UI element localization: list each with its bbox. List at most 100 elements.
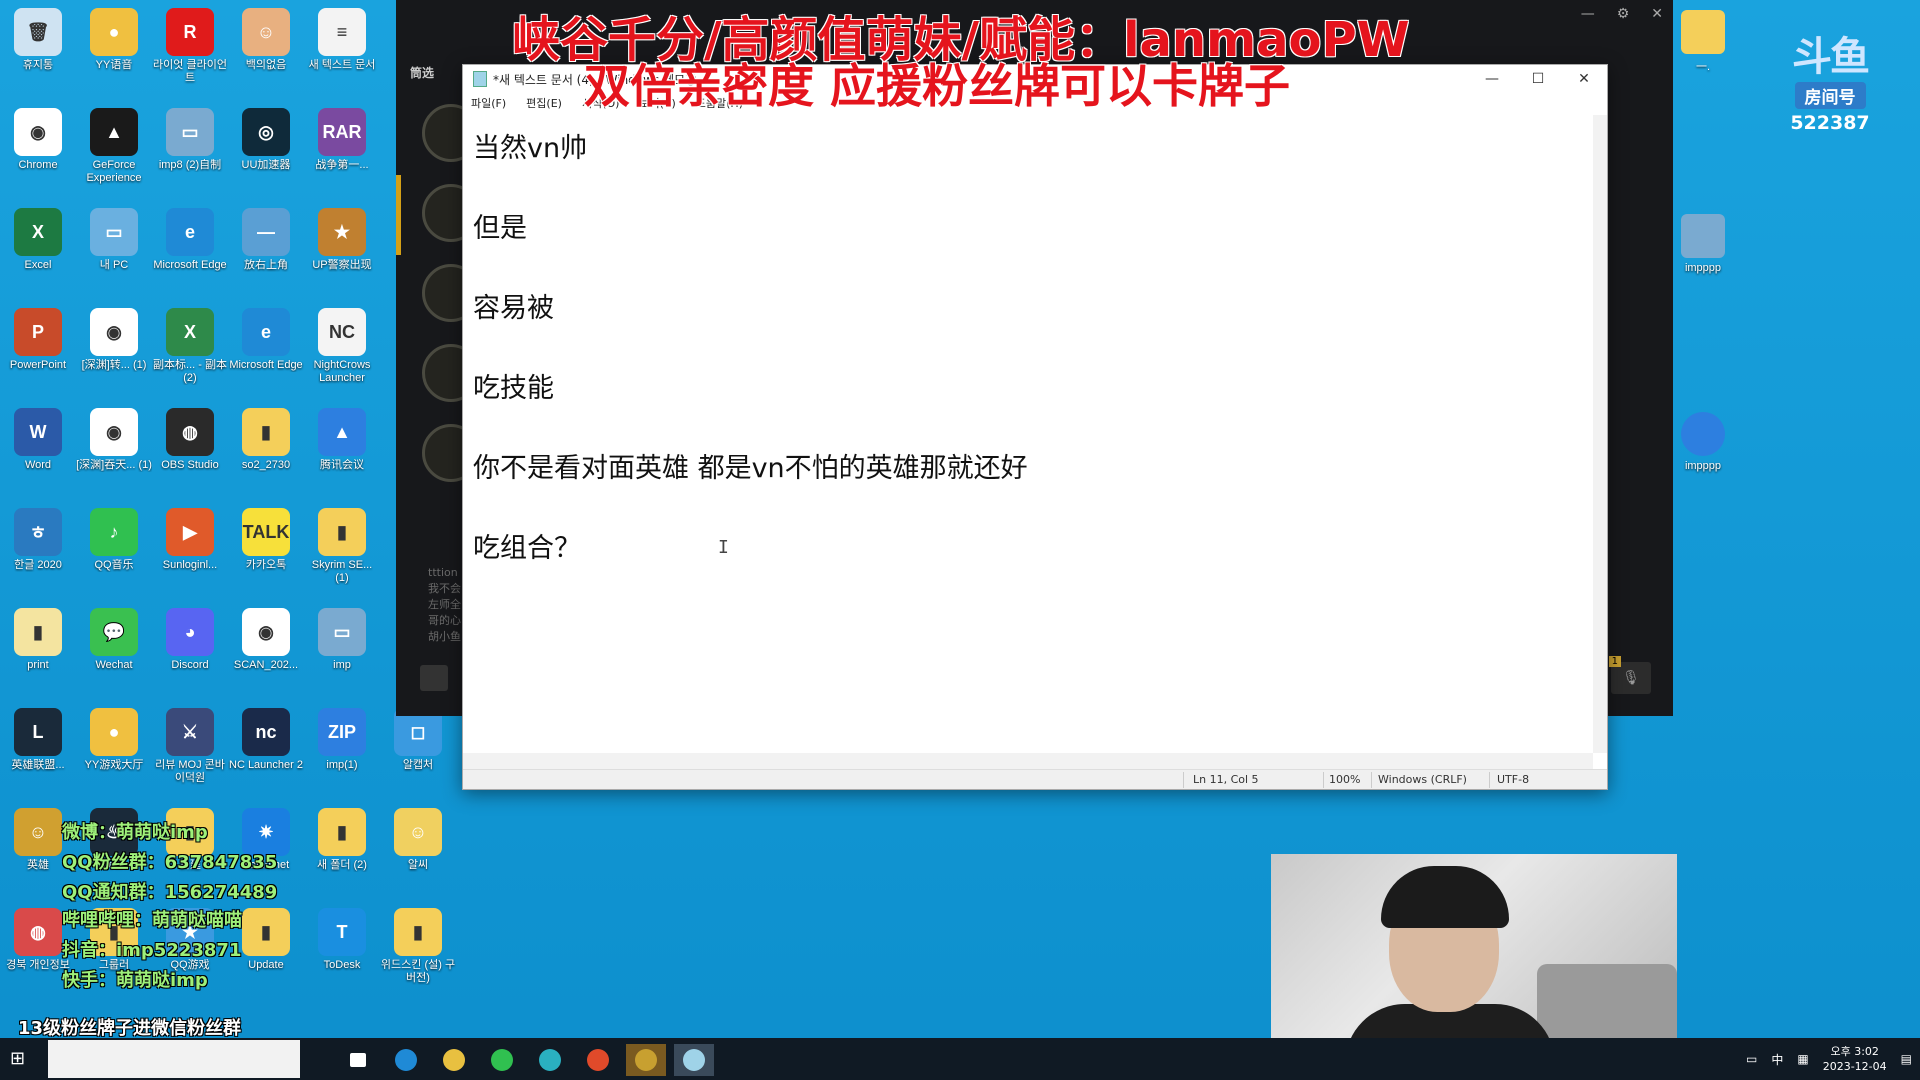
desktop-icon[interactable]: ▭ imp8 (2)自制 xyxy=(152,104,228,204)
desktop-icon[interactable]: ★ UP警察出现 xyxy=(304,204,380,304)
desktop-icon[interactable]: ▮ Skyrim SE... (1) xyxy=(304,504,380,604)
network-icon[interactable]: ▭ xyxy=(1746,1052,1757,1066)
desktop-icon[interactable]: 🗑 휴지통 xyxy=(0,4,76,104)
desktop-icon-label: Chrome xyxy=(18,159,58,171)
desktop-icon[interactable]: NC NightCrows Launcher xyxy=(304,304,380,404)
desktop-icon-folder[interactable]: 一. xyxy=(1668,10,1738,74)
start-button[interactable]: ⊞ xyxy=(10,1048,32,1070)
desktop-icon[interactable]: ◎ UU加速器 xyxy=(228,104,304,204)
desktop-icon[interactable]: ▮ print xyxy=(0,604,76,704)
desktop-icon[interactable]: ⚔ 리뷰 MOJ 콘바이덕원 xyxy=(152,704,228,804)
settings-icon[interactable]: ⚙ xyxy=(1617,6,1630,22)
close-icon[interactable]: ✕ xyxy=(1651,6,1663,22)
desktop-icon[interactable]: ≡ 새 텍스트 문서 xyxy=(304,4,380,104)
text-line: 当然vn帅 xyxy=(473,133,588,164)
vertical-scrollbar[interactable] xyxy=(1593,115,1607,753)
desktop-icon[interactable]: — 放右上角 xyxy=(228,204,304,304)
desktop-icon[interactable]: T ToDesk xyxy=(304,904,380,1004)
close-button[interactable]: ✕ xyxy=(1561,65,1607,93)
dark-app-tab-label[interactable]: 筒选 xyxy=(410,64,434,81)
desktop-icon[interactable]: e Microsoft Edge xyxy=(228,304,304,404)
horizontal-scrollbar[interactable] xyxy=(463,753,1593,769)
taskbar-app-notepad[interactable] xyxy=(674,1044,714,1076)
notepad-icon xyxy=(683,1049,705,1071)
desktop-icon[interactable]: ▮ 새 폴더 (2) xyxy=(304,804,380,904)
cursor-position: Ln 11, Col 5 xyxy=(1193,773,1259,786)
desktop-icon[interactable]: ▮ so2_2730 xyxy=(228,404,304,504)
desktop-icon[interactable]: X Excel xyxy=(0,204,76,304)
notification-icon[interactable]: ▤ xyxy=(1901,1052,1912,1066)
taskbar-app-edge[interactable] xyxy=(386,1044,426,1076)
desktop-icon[interactable]: ◻ 알캡처 xyxy=(380,704,456,804)
taskbar-search[interactable] xyxy=(48,1040,300,1078)
desktop-icon[interactable]: P PowerPoint xyxy=(0,304,76,404)
desktop-icon[interactable]: e Microsoft Edge xyxy=(152,204,228,304)
desktop-icon[interactable]: ZIP imp(1) xyxy=(304,704,380,804)
taskbar-app-league[interactable] xyxy=(626,1044,666,1076)
desktop-icon-label: 리뷰 MOJ 콘바이덕원 xyxy=(155,759,225,784)
desktop-icon[interactable]: ▭ 내 PC xyxy=(76,204,152,304)
desktop-icon-label: Microsoft Edge xyxy=(229,359,303,371)
desktop-icon-label: Microsoft Edge xyxy=(153,259,227,271)
dark-app-window-controls[interactable]: — ⚙ ✕ xyxy=(1581,6,1663,22)
keyboard-icon[interactable]: ▦ xyxy=(1797,1052,1808,1066)
desktop-icon-label: 一. xyxy=(1695,61,1711,73)
desktop-icon[interactable]: ● YY游戏大厅 xyxy=(76,704,152,804)
desktop-icon[interactable]: ◍ OBS Studio xyxy=(152,404,228,504)
room-label: 房间号 xyxy=(1794,82,1866,109)
desktop-icon[interactable]: ☺ 백의없음 xyxy=(228,4,304,104)
taskbar-app-uu[interactable] xyxy=(530,1044,570,1076)
desktop-icon[interactable]: ◉ SCAN_202... xyxy=(228,604,304,704)
app-icon: ◉ xyxy=(14,108,62,156)
desktop-icon[interactable]: ◕ Discord xyxy=(152,604,228,704)
desktop-icon[interactable]: ▭ imp xyxy=(304,604,380,704)
desktop-icon[interactable]: ◉ [深渊]吞天... (1) xyxy=(76,404,152,504)
desktop-icon-label: Sunloginl... xyxy=(162,559,218,571)
desktop-icon[interactable]: nc NC Launcher 2 xyxy=(228,704,304,804)
desktop-icon-impppp-zip[interactable]: impppp xyxy=(1668,412,1738,472)
social-overlay-line: QQ粉丝群：637847835 xyxy=(62,852,278,873)
menu-edit[interactable]: 편집(E) xyxy=(526,95,562,111)
desktop-icon[interactable]: ▲ 腾讯会议 xyxy=(304,404,380,504)
desktop-icon[interactable]: ● YY语音 xyxy=(76,4,152,104)
taskbar-app-chrome[interactable] xyxy=(434,1044,474,1076)
desktop-icon[interactable]: ㅎ 한글 2020 xyxy=(0,504,76,604)
line-ending: Windows (CRLF) xyxy=(1378,773,1467,786)
desktop-icon[interactable]: 💬 Wechat xyxy=(76,604,152,704)
desktop-icon-impppp[interactable]: impppp xyxy=(1668,214,1738,274)
desktop-icon[interactable]: L 英雄联盟... xyxy=(0,704,76,804)
app-icon: ≡ xyxy=(318,8,366,56)
notepad-text-area[interactable]: 当然vn帅 但是 容易被 吃技能 你不是看对面英雄 都是vn不怕的英雄那就还好 … xyxy=(463,115,1593,753)
desktop-icon[interactable]: ☺ 알씨 xyxy=(380,804,456,904)
taskbar-app-game[interactable] xyxy=(578,1044,618,1076)
taskbar-app-qq-music[interactable] xyxy=(482,1044,522,1076)
desktop-icon-label: PowerPoint xyxy=(9,359,67,371)
desktop-icon-label: NightCrows Launcher xyxy=(313,359,371,384)
desktop-icon[interactable]: ◉ Chrome xyxy=(0,104,76,204)
desktop-icon[interactable]: ♪ QQ音乐 xyxy=(76,504,152,604)
desktop-icon-label: Word xyxy=(24,459,52,471)
taskbar-app-task-view[interactable] xyxy=(338,1044,378,1076)
clock[interactable]: 오후 3:02 2023-12-04 xyxy=(1823,1044,1887,1074)
desktop-icon[interactable]: ▲ GeForce Experience xyxy=(76,104,152,204)
maximize-button[interactable]: ☐ xyxy=(1515,65,1561,93)
desktop-icon[interactable]: X 副本标... - 副本(2) xyxy=(152,304,228,404)
desktop-icon[interactable]: W Word xyxy=(0,404,76,504)
league-icon xyxy=(635,1049,657,1071)
chat-icon[interactable] xyxy=(420,665,448,691)
desktop-icon[interactable]: R 라이엇 클라이언트 xyxy=(152,4,228,104)
desktop-icon[interactable]: ▶ Sunloginl... xyxy=(152,504,228,604)
menu-file[interactable]: 파일(F) xyxy=(471,95,506,111)
desktop-icon[interactable]: RAR 战争第一... xyxy=(304,104,380,204)
app-icon: ◉ xyxy=(90,308,138,356)
desktop-icon[interactable]: ◉ [深渊]转... (1) xyxy=(76,304,152,404)
notepad-window[interactable]: *새 텍스트 문서 (4) - Windows 메모장 — ☐ ✕ 파일(F) … xyxy=(462,64,1608,790)
desktop-icon[interactable]: ▮ 위드스킨 (설) 구 버전) xyxy=(380,904,456,1004)
desktop-icon[interactable]: TALK 카카오톡 xyxy=(228,504,304,604)
minimize-icon[interactable]: — xyxy=(1581,6,1595,22)
stream-banner-line2: 双倍亲密度 应援粉丝牌可以卡牌子 xyxy=(584,59,1291,113)
app-icon: 🗑 xyxy=(14,8,62,56)
ime-indicator[interactable]: 中 xyxy=(1771,1051,1783,1068)
app-icon: ▭ xyxy=(318,608,366,656)
minimize-button[interactable]: — xyxy=(1469,65,1515,93)
